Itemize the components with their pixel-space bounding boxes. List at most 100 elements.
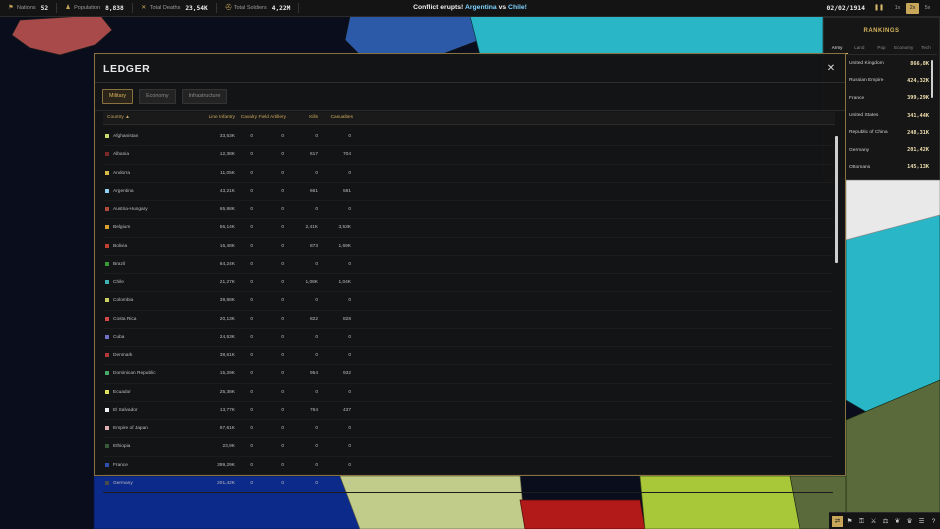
tab-infrastructure[interactable]: Infrastructure	[181, 89, 228, 104]
table-row[interactable]: Ecuador 25,38K 0 0 0 0	[103, 384, 833, 402]
table-row[interactable]: Brazil 84,24K 0 0 0 0	[103, 256, 833, 274]
ranking-value: 341,44K	[907, 112, 929, 119]
tab-economy[interactable]: Economy	[139, 89, 176, 104]
pause-button[interactable]: ❚❚	[873, 3, 885, 14]
table-row[interactable]: Chile 21,27K 0 0 1,08K 1,04K	[103, 274, 833, 293]
crossed-swords-icon: ✕	[141, 5, 147, 11]
cell-casualties: 0	[348, 261, 351, 267]
table-row[interactable]: Bolivia 16,48K 0 0 873 1,69K	[103, 238, 833, 256]
headline-vs: vs	[498, 4, 507, 11]
stat-value: 52	[40, 4, 49, 12]
table-row[interactable]: Dominican Republic 15,29K 0 0 954 932	[103, 365, 833, 384]
game-date: 02/02/1914	[826, 4, 865, 12]
cell-country: Denmark	[113, 353, 133, 358]
speed-1x-button[interactable]: 1x	[891, 3, 904, 14]
country-color-swatch	[105, 353, 109, 357]
column-header-country[interactable]: Country ▲	[107, 112, 130, 124]
cell-country: El Salvador	[113, 407, 138, 413]
headline-nation-1: Argentina	[464, 4, 497, 11]
cell-casualties: 0	[348, 480, 351, 486]
rankings-tab-pop[interactable]: Pop	[870, 43, 892, 53]
diplomacy-icon[interactable]: ⚖	[880, 516, 891, 527]
table-row[interactable]: Argentina 43,21K 0 0 661 581	[103, 183, 833, 201]
stat-total-soldiers: ⛑ Total Soldiers 4,22M	[225, 5, 291, 12]
cell-casualties: 0	[348, 334, 351, 340]
tab-military[interactable]: Military	[102, 89, 134, 104]
table-row[interactable]: Germany 201,42K 0 0 0 0	[103, 475, 833, 493]
country-color-swatch	[105, 261, 109, 266]
speed-2x-button[interactable]: 2x	[906, 2, 919, 14]
headline-nation-2: Chile!	[508, 4, 527, 11]
table-row[interactable]: Cuba 24,53K 0 0 0 0	[103, 329, 833, 347]
table-row[interactable]: Andorra 11,05K 0 0 0 0	[103, 165, 833, 183]
table-row[interactable]: Ethiopia 23,9K 0 0 0 0	[103, 438, 833, 457]
helmet-icon: ⛑	[224, 5, 233, 11]
flag-icon: ⚑	[8, 5, 14, 11]
country-color-swatch	[105, 298, 109, 303]
table-row[interactable]: Belgium 56,14K 0 0 2,41K 3,53K	[103, 219, 833, 238]
table-row[interactable]: Afghanistan 33,53K 0 0 0 0	[103, 128, 833, 147]
help-icon[interactable]: ?	[928, 516, 939, 527]
ranking-country: Ottomans	[849, 164, 871, 170]
cell-casualties: 0	[348, 134, 351, 139]
cell-country: Cuba	[113, 334, 125, 340]
speed-5x-button[interactable]: 5x	[921, 3, 934, 14]
table-row[interactable]: El Salvador 13,77K 0 0 764 437	[103, 402, 833, 420]
cell-casualties: 704	[342, 152, 351, 158]
rankings-tab-tech[interactable]: Tech	[915, 43, 937, 53]
flag-icon[interactable]: ⚑	[844, 516, 855, 527]
divider	[298, 3, 300, 13]
cell-country: Ecuador	[113, 389, 131, 395]
lock-icon[interactable]: ⚿	[856, 516, 867, 527]
table-row[interactable]: Austria-Hungary 65,98K 0 0 0 0	[103, 201, 833, 220]
cell-casualties: 1,04K	[338, 280, 351, 285]
ledger-tabs: Military Economy Infrastructure	[102, 89, 233, 104]
time-controls: 02/02/1914 ❚❚ 1x 2x 5x	[827, 2, 934, 14]
stat-label: Total Soldiers	[233, 5, 267, 11]
ledger-scrollbar[interactable]	[835, 136, 838, 263]
country-color-swatch	[105, 334, 109, 339]
rankings-scrollbar[interactable]	[931, 60, 933, 98]
ranking-country: Germany	[849, 147, 870, 153]
crown-icon[interactable]: ♛	[904, 516, 915, 527]
country-color-swatch	[105, 188, 109, 193]
country-color-swatch	[105, 480, 109, 485]
cell-country: Afghanistan	[113, 134, 139, 139]
table-row[interactable]: Empire of Japan 97,61K 0 0 0 0	[103, 420, 833, 439]
table-row[interactable]: France 399,29K 0 0 0 0	[103, 457, 833, 475]
table-row[interactable]: Albania 12,38K 0 0 617 704	[103, 146, 833, 165]
table-row[interactable]: Colombia 39,88K 0 0 0 0	[103, 292, 833, 311]
country-color-swatch	[105, 316, 109, 321]
cell-country: Bolivia	[113, 243, 128, 249]
headline-prefix: Conflict erupts!	[413, 4, 464, 11]
close-icon[interactable]: ✕	[825, 63, 837, 75]
cell-casualties: 0	[348, 298, 351, 304]
country-color-swatch	[105, 444, 109, 449]
rankings-title: RANKINGS	[863, 28, 900, 34]
cell-country: Germany	[113, 480, 133, 486]
cell-country: Austria-Hungary	[113, 207, 148, 212]
people-icon: ♟	[65, 5, 71, 11]
rankings-tab-land[interactable]: Land	[848, 43, 870, 53]
table-row[interactable]: Denmark 38,61K 0 0 0 0	[103, 347, 833, 366]
ledger-icon[interactable]: ⇄	[832, 515, 843, 527]
country-color-swatch	[105, 225, 109, 230]
cell-country: Andorra	[113, 170, 131, 176]
cell-country: Colombia	[113, 298, 134, 304]
stat-population: ♟ Population 8,838	[65, 5, 123, 12]
bird-icon[interactable]: ❦	[892, 516, 903, 527]
country-color-swatch	[105, 243, 109, 248]
ranking-country: United States	[849, 113, 879, 119]
rankings-tab-economy[interactable]: Economy	[893, 43, 915, 53]
cell-country: Ethiopia	[113, 444, 131, 450]
cell-country: Argentina	[113, 188, 134, 194]
menu-icon[interactable]: ☰	[916, 516, 927, 527]
stat-nations: ⚑ Nations 52	[8, 5, 48, 12]
cell-casualties: 0	[348, 353, 351, 358]
ranking-value: 866,8K	[910, 60, 929, 67]
sword-icon[interactable]: ⚔	[868, 516, 879, 527]
table-row[interactable]: Costa Rica 20,13K 0 0 822 828	[103, 311, 833, 329]
country-color-swatch	[105, 462, 109, 467]
column-header-casualties[interactable]: Casualties	[293, 112, 353, 124]
ranking-country: Republic of China	[849, 130, 888, 136]
